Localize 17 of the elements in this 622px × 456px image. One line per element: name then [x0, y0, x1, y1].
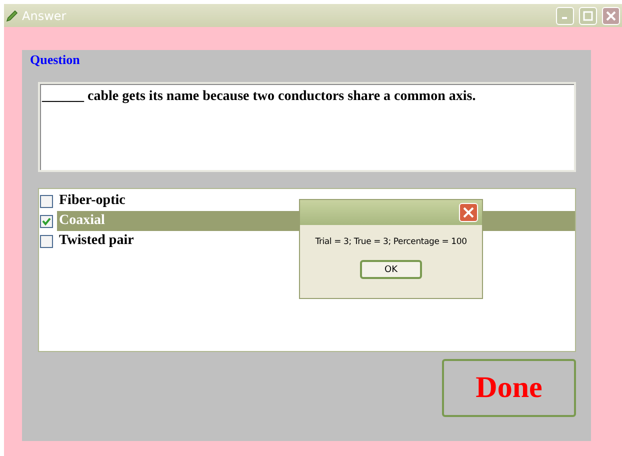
window-title: Answer — [22, 8, 68, 22]
close-button[interactable] — [602, 6, 620, 24]
maximize-icon — [583, 10, 593, 20]
close-icon — [463, 207, 474, 218]
ok-button[interactable]: OK — [360, 260, 422, 279]
close-button[interactable] — [459, 203, 478, 222]
dialog-message: Trial = 3; True = 3; Percentage = 100 — [314, 237, 468, 247]
choice-item[interactable]: Twisted pair — [57, 231, 134, 251]
checkbox[interactable] — [40, 194, 53, 208]
choice-item[interactable]: Fiber-optic — [57, 191, 126, 211]
group-legend: Question — [30, 52, 576, 68]
pencil-icon — [6, 10, 18, 22]
checkbox[interactable] — [40, 214, 53, 228]
checkbox[interactable] — [40, 234, 53, 248]
question-text: ______ cable gets its name because two conductors share a common axis. — [42, 89, 476, 104]
close-icon — [606, 10, 616, 20]
check-icon — [42, 216, 51, 226]
